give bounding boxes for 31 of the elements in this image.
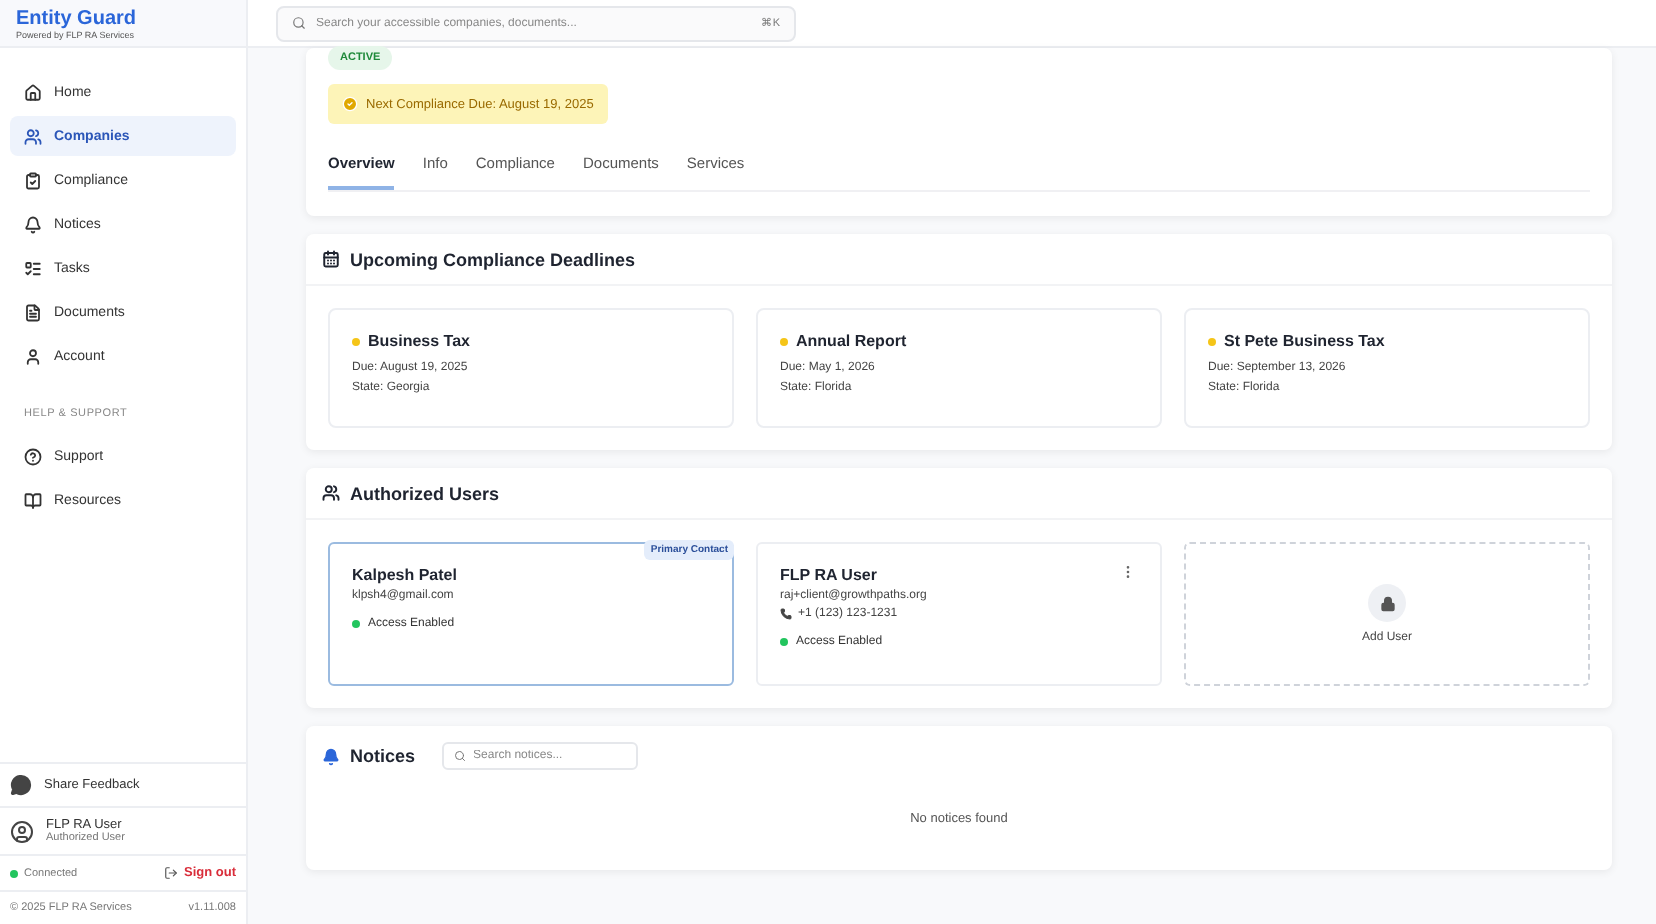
users-icon xyxy=(322,484,340,502)
users-icon xyxy=(24,127,42,145)
check-icon xyxy=(342,96,358,112)
help-icon xyxy=(24,447,42,465)
bell-icon xyxy=(24,215,42,233)
app-title: Entity Guard xyxy=(16,8,139,30)
calendar-icon xyxy=(322,250,340,268)
chat-icon xyxy=(10,774,32,796)
lock-icon xyxy=(1368,584,1406,622)
user-icon xyxy=(24,347,42,365)
bell-icon xyxy=(322,747,340,765)
phone-icon xyxy=(780,608,792,620)
avatar-icon xyxy=(10,819,34,843)
home-icon xyxy=(24,83,42,101)
deadline-name: St Pete Business Tax xyxy=(1224,332,1385,350)
document-icon xyxy=(24,303,42,321)
deadline-name: Annual Report xyxy=(796,332,907,350)
sign-out-icon xyxy=(164,866,178,880)
status-dot xyxy=(352,620,360,628)
clipboard-icon xyxy=(24,171,42,189)
search-icon xyxy=(292,16,306,30)
user-name: Kalpesh Patel xyxy=(352,566,457,584)
search-icon xyxy=(453,750,466,762)
deadline-name: Business Tax xyxy=(368,332,470,350)
section-heading: Notices xyxy=(350,746,416,766)
list-icon xyxy=(24,259,42,277)
user-name: FLP RA User xyxy=(780,566,877,584)
section-heading: Upcoming Compliance Deadlines xyxy=(350,249,636,269)
section-heading: Authorized Users xyxy=(350,483,500,503)
book-icon xyxy=(24,491,42,509)
status-dot xyxy=(780,638,788,646)
